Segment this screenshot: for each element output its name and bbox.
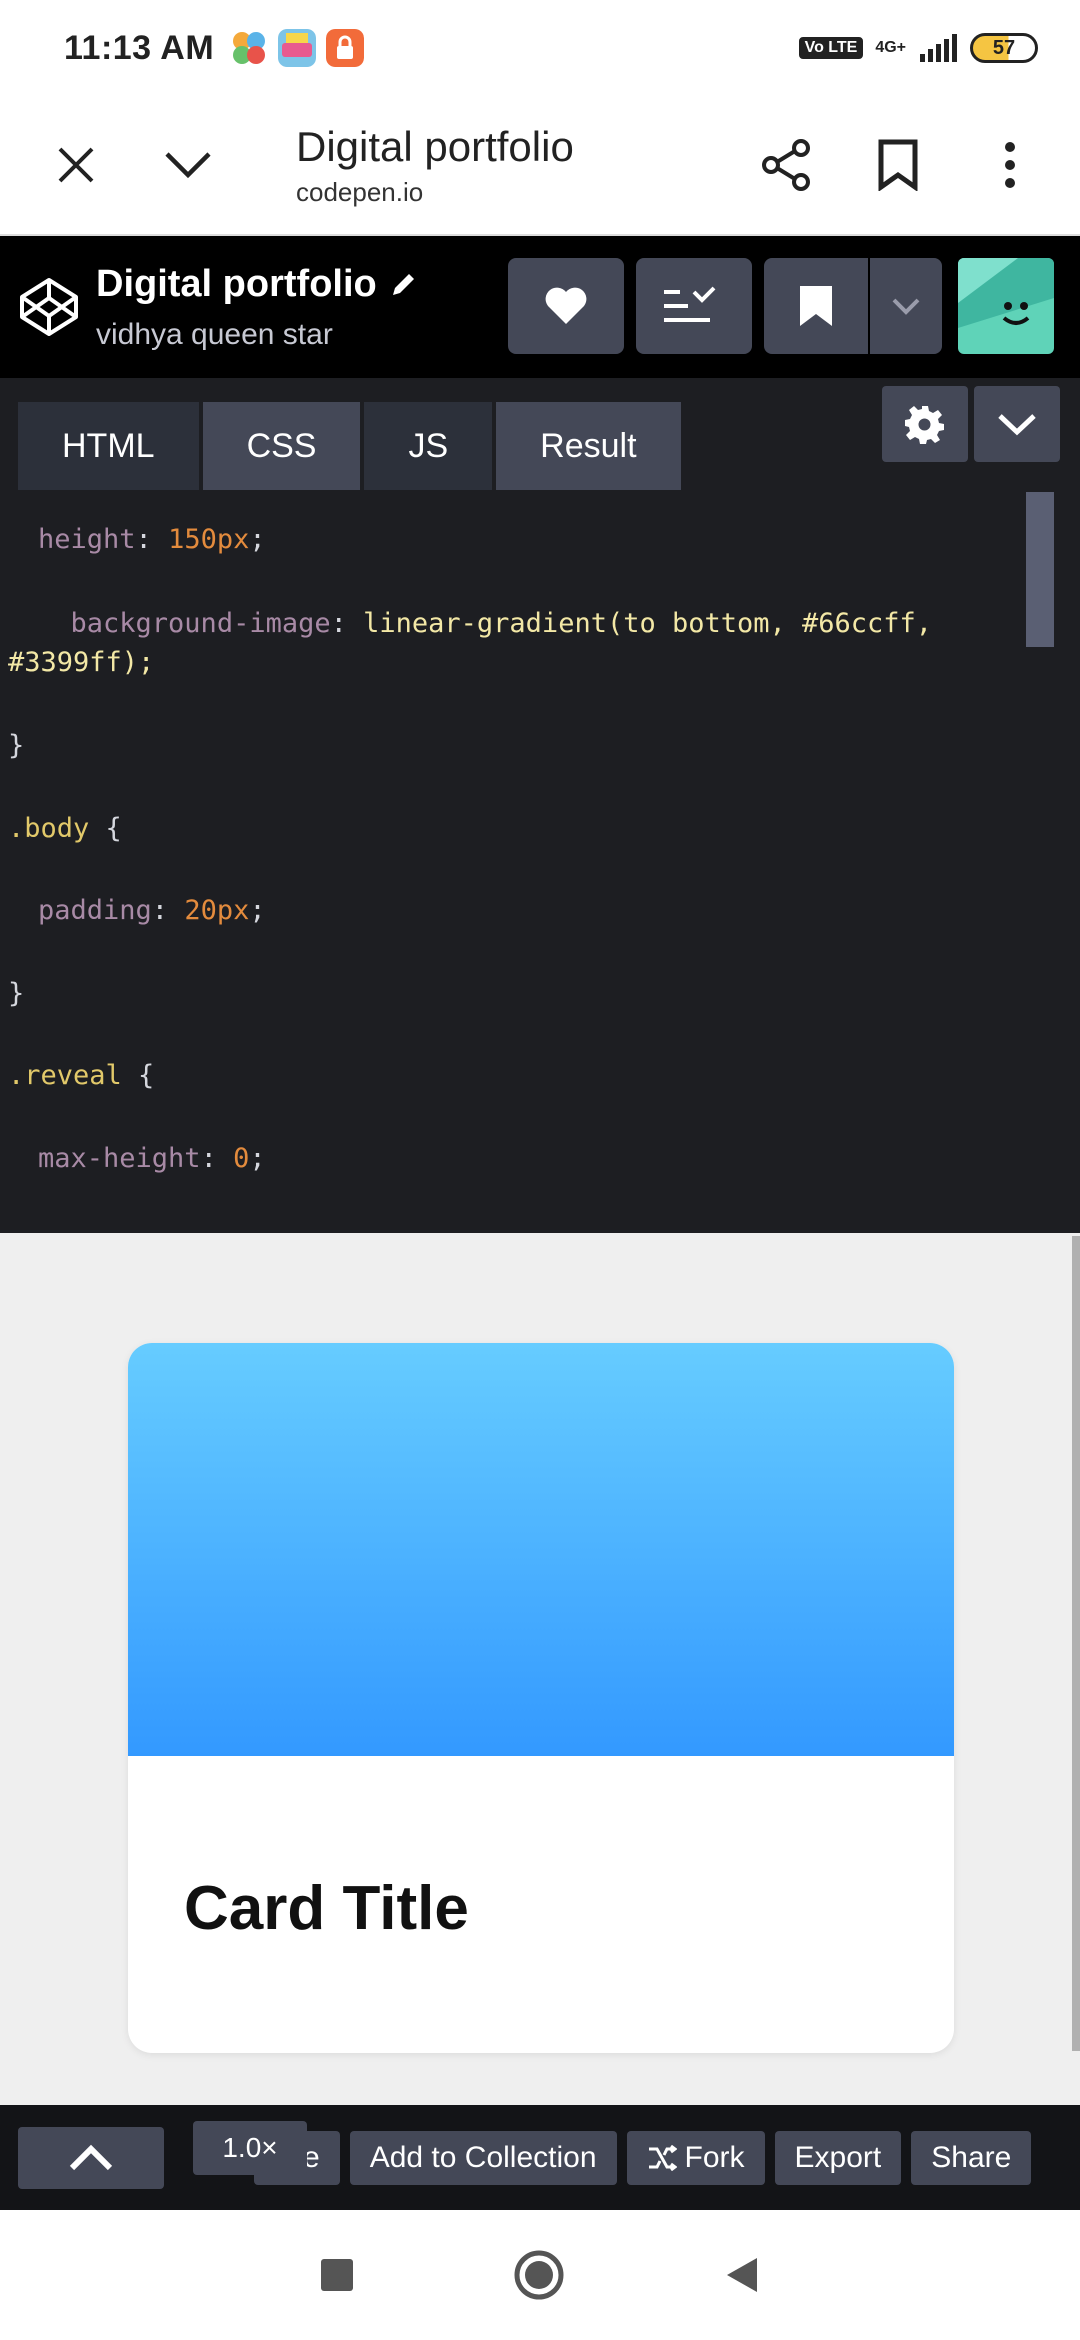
tab-result[interactable]: Result	[496, 402, 681, 490]
add-to-collection-button[interactable]: Add to Collection	[349, 2130, 617, 2185]
fork-button[interactable]: Fork	[626, 2130, 765, 2185]
brace: }	[8, 730, 25, 762]
pen-title-row: Digital portfolio	[96, 263, 419, 306]
css-value: 20px	[184, 895, 250, 927]
status-notification-icons	[230, 29, 365, 67]
more-menu-icon[interactable]	[972, 127, 1048, 203]
expand-up-button[interactable]	[18, 2126, 164, 2189]
css-property: max-height	[38, 1142, 201, 1174]
code-line: height: 150px;	[38, 523, 266, 555]
status-time: 11:13 AM	[64, 28, 215, 67]
css-value: linear-gradient(to bottom, #66ccff,	[363, 607, 933, 639]
share-button[interactable]: Share	[911, 2130, 1032, 2185]
tab-html[interactable]: HTML	[18, 402, 199, 490]
pen-bottom-toolbar: ete Add to Collection Fork Export Share …	[0, 2105, 1080, 2210]
heart-icon	[545, 287, 587, 324]
code-line: background-image: linear-gradient(to bot…	[8, 607, 933, 678]
pen-actions	[508, 258, 942, 354]
css-property: height	[38, 523, 136, 555]
app-pinwheel-icon	[233, 32, 266, 64]
pen-title: Digital portfolio	[96, 262, 377, 305]
volte-icon: Vo LTE	[798, 37, 864, 59]
code-line: .body {	[8, 812, 122, 844]
result-scrollbar[interactable]	[1072, 1236, 1080, 2051]
share-icon[interactable]	[748, 127, 824, 203]
bookmark-icon	[800, 286, 832, 326]
page-url: codepen.io	[296, 176, 424, 207]
game-app-icon	[278, 29, 317, 67]
browser-toolbar: Digital portfolio codepen.io	[0, 96, 1080, 236]
settings-button[interactable]	[882, 386, 968, 462]
codepen-logo-icon[interactable]	[18, 276, 80, 338]
editor-tools	[882, 386, 1060, 462]
css-value-continued: #3399ff);	[8, 646, 155, 678]
chevron-down-icon[interactable]	[150, 127, 226, 203]
pen-info: Digital portfolio vidhya queen star	[96, 263, 419, 352]
browser-title-block: Digital portfolio codepen.io	[296, 123, 574, 208]
network-type: 4G+	[875, 39, 906, 56]
pen-menu-button[interactable]	[636, 258, 752, 354]
avatar[interactable]	[958, 258, 1054, 354]
edit-pencil-icon[interactable]	[389, 269, 419, 299]
result-preview: Card Title	[0, 1233, 1080, 2105]
browser-actions	[748, 127, 1048, 203]
code-line: .reveal {	[8, 1060, 155, 1092]
chevron-down-icon	[892, 298, 920, 315]
codepen-header: Digital portfolio vidhya queen star	[0, 236, 1080, 378]
close-icon[interactable]	[38, 127, 114, 203]
signal-icon	[920, 34, 957, 62]
chevron-up-icon	[69, 2144, 113, 2170]
code-line: max-height: 0;	[38, 1142, 266, 1174]
css-selector: .body	[8, 812, 90, 844]
bookmark-icon[interactable]	[860, 127, 936, 203]
system-nav-bar	[0, 2210, 1080, 2340]
card-title: Card Title	[184, 1874, 469, 1943]
list-check-icon	[664, 286, 716, 322]
export-button[interactable]: Export	[774, 2130, 902, 2185]
code-line: padding: 20px;	[38, 895, 266, 927]
code-line: }	[8, 952, 1038, 1035]
css-selector: .reveal	[8, 1060, 122, 1092]
code-line: }	[8, 705, 1038, 788]
chevron-down-icon	[998, 414, 1036, 436]
status-bar: 11:13 AM Vo LTE 4G+ 57	[0, 0, 1080, 96]
recents-square-icon[interactable]	[321, 2259, 353, 2291]
editor-scrollbar[interactable]	[1026, 492, 1054, 647]
brace: }	[8, 977, 25, 1009]
bookmark-dropdown-button[interactable]	[870, 258, 942, 354]
css-code[interactable]: height: 150px; background-image: linear-…	[8, 498, 1038, 1200]
css-value: 150px	[168, 523, 250, 555]
pen-author[interactable]: vidhya queen star	[96, 318, 419, 352]
card-gradient-header	[128, 1343, 954, 1756]
card: Card Title	[128, 1343, 954, 2053]
page-title: Digital portfolio	[296, 122, 574, 170]
back-triangle-icon[interactable]	[725, 2256, 759, 2294]
css-property: background-image	[70, 607, 331, 639]
zoom-level[interactable]: 1.0×	[193, 2121, 307, 2175]
css-value: 0	[233, 1142, 250, 1174]
tab-css[interactable]: CSS	[202, 402, 361, 490]
fork-label: Fork	[684, 2140, 745, 2174]
like-button[interactable]	[508, 258, 624, 354]
editor-tabs: HTML CSS JS Result	[18, 402, 681, 490]
battery-icon: 57	[970, 33, 1038, 63]
code-editor: HTML CSS JS Result height: 150px; backgr…	[0, 378, 1080, 1233]
gear-icon	[905, 406, 944, 444]
status-indicators: Vo LTE 4G+ 57	[798, 33, 1038, 63]
fork-icon	[648, 2144, 677, 2171]
lock-app-icon	[326, 29, 365, 67]
save-split-button	[764, 258, 942, 354]
editor-collapse-button[interactable]	[974, 386, 1060, 462]
collection-bookmark-button[interactable]	[764, 258, 868, 354]
home-circle-icon[interactable]	[513, 2249, 565, 2301]
tab-js[interactable]: JS	[364, 402, 493, 490]
css-property: padding	[38, 895, 152, 927]
